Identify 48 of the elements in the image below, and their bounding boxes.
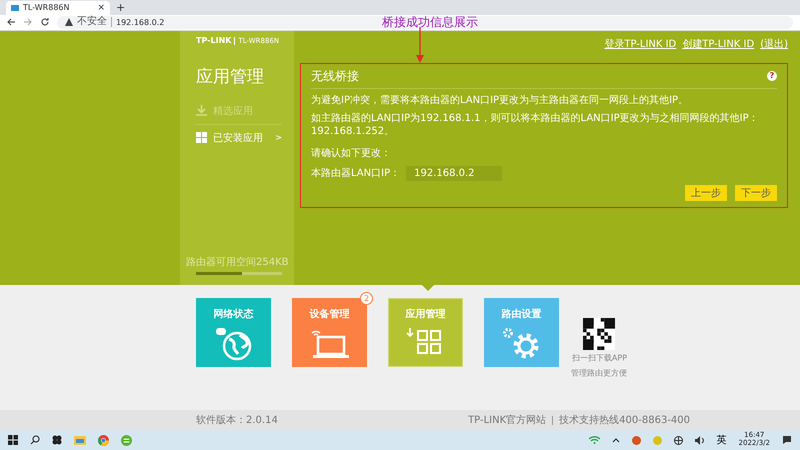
input-method-indicator[interactable]: 英 [716,433,727,448]
hotline-text: 技术支持热线400-8863-400 [559,414,690,428]
caret-icon[interactable] [612,437,620,444]
nav-tile[interactable]: 应用管理 [388,298,463,368]
notification-icon[interactable] [782,435,792,446]
speaker-icon[interactable] [694,436,705,445]
download-icon [196,105,207,116]
close-tab-button[interactable]: × [97,2,105,13]
new-tab-button[interactable]: + [116,2,126,13]
nav-tile[interactable]: 网络状态 [196,298,271,368]
count-badge: 2 [360,292,373,306]
browser-icon[interactable] [98,434,109,446]
step-button[interactable]: 上一步 [685,184,727,201]
network-icon[interactable] [674,436,683,445]
version-text: 软件版本：2.0.14 [196,414,278,428]
sidebar-item[interactable]: 已安装应用 > [196,124,282,151]
brand-logo: TP-LINK [196,36,232,45]
ip-field[interactable]: 192.168.0.2 [406,166,502,181]
step-button[interactable]: 下一步 [735,184,777,201]
back-icon[interactable] [6,17,16,28]
official-site-link[interactable]: TP-LINK官方网站 [468,413,546,428]
storage-label: 路由器可用空间254KB [186,256,290,270]
confirm-text: 请确认如下更改： [311,146,392,160]
reload-icon[interactable] [40,17,50,28]
nav-tile[interactable]: 路由设置 [484,298,559,368]
info-text: 为避免IP冲突，需要将本路由器的LAN口IP更改为与主路由器在同一网段上的其他IP。 [311,94,690,107]
warning-icon [65,18,73,26]
dialog-title: 无线桥接 [311,68,359,85]
qr-caption: 扫一扫下载APP [571,353,627,364]
header-link[interactable]: 登录TP-LINK ID [604,36,676,51]
header-link[interactable]: 创建TP-LINK ID [682,36,754,51]
qr-caption: 管理路由更方便 [571,368,627,379]
folder-icon[interactable] [74,435,86,446]
browser-tab[interactable]: TL-WR886N × [6,0,110,15]
page-title: 应用管理 [196,66,265,88]
qr-code-icon [583,318,615,350]
search-icon[interactable] [30,435,40,446]
field-label: 本路由器LAN口IP： [311,166,400,180]
favicon-icon [11,4,19,11]
help-button[interactable]: ? [767,71,777,82]
windows-start-icon[interactable] [8,435,18,446]
tab-title: TL-WR886N [23,3,70,12]
header-link[interactable]: (退出) [760,36,788,51]
app-icon[interactable] [121,434,132,446]
annotation-text: 桥接成功信息展示 [382,15,478,29]
grid-icon [196,132,207,144]
gear-icon [502,327,542,362]
info-text: 如主路由器的LAN口IP为192.168.1.1，则可以将本路由器的LAN口IP更改为与之相同网段的其他IP：192.168.1.252。 [311,112,760,138]
